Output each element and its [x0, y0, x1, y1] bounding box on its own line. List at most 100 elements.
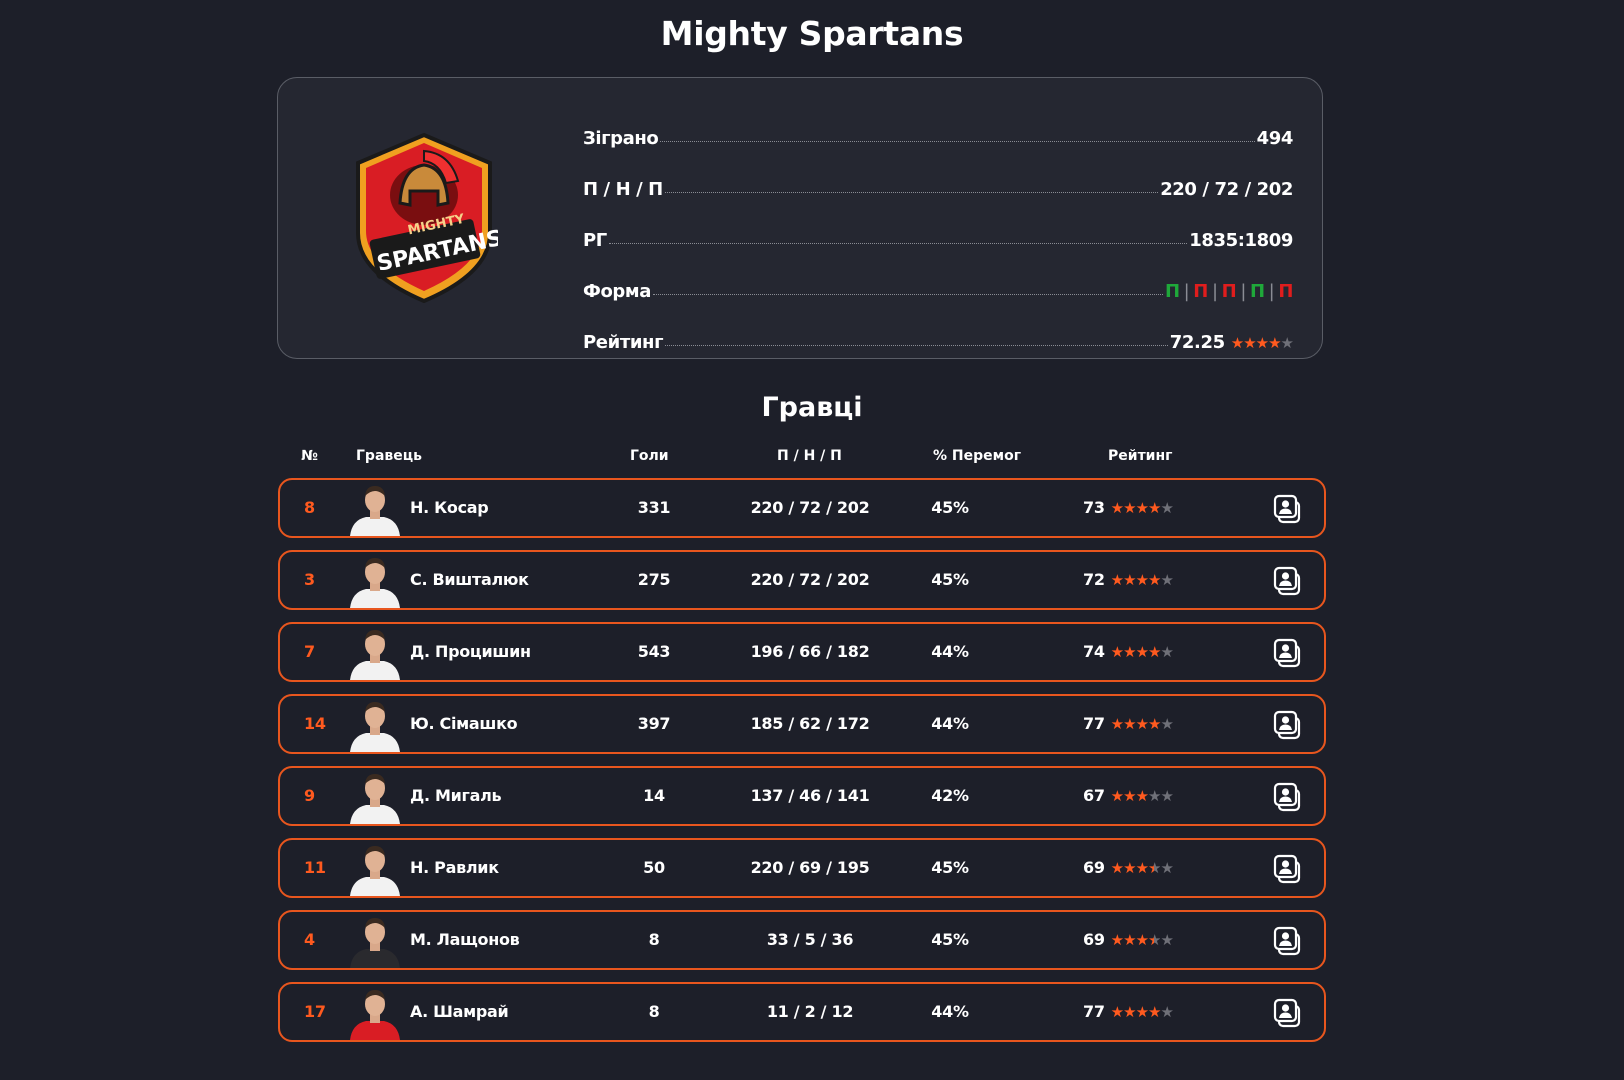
stat-form: Форма П | П | П | П | П: [583, 251, 1293, 302]
player-row[interactable]: 4 М. Лащонов 8 33 / 5 / 36 45% 69 ★ ★ ★ ★ ★: [278, 910, 1326, 970]
player-row[interactable]: 7 Д. Процишин 543 196 / 66 / 182 44% 74 ★ ★ ★ ★ ★: [278, 622, 1326, 682]
player-number: 4: [304, 930, 315, 949]
player-name[interactable]: Ю. Сімашко: [410, 696, 518, 752]
player-wdl: 137 / 46 / 141: [750, 786, 870, 805]
player-row[interactable]: 11 Н. Равлик 50 220 / 69 / 195 45% 69 ★ ★ ★ ★ ★: [278, 838, 1326, 898]
page-title: Mighty Spartans: [660, 14, 964, 53]
player-avatar: [346, 912, 404, 968]
star-icon: ★: [1160, 859, 1173, 877]
star-icon: ★: [1160, 571, 1173, 589]
player-name[interactable]: Н. Косар: [410, 480, 489, 536]
player-rating: 73 ★ ★ ★ ★ ★: [1083, 480, 1174, 536]
player-name[interactable]: М. Лащонов: [410, 912, 520, 968]
player-row[interactable]: 8 Н. Косар 331 220 / 72 / 202 45% 73 ★ ★ ★ ★ ★: [278, 478, 1326, 538]
player-name[interactable]: Д. Мигаль: [410, 768, 502, 824]
star-icon: ★: [1135, 859, 1149, 877]
contact-card-icon[interactable]: [1273, 494, 1303, 524]
stat-value: 1835:1809: [1189, 230, 1293, 251]
player-goals: 543: [637, 642, 671, 661]
player-row[interactable]: 9 Д. Мигаль 14 137 / 46 / 141 42% 67 ★ ★ ★ ★ ★: [278, 766, 1326, 826]
player-row[interactable]: 17 А. Шамрай 8 11 / 2 / 12 44% 77 ★ ★ ★ ★ ★: [278, 982, 1326, 1042]
contact-card-icon[interactable]: [1273, 638, 1303, 668]
rating-stars: ★ ★ ★ ★ ★: [1110, 912, 1174, 968]
player-number: 3: [304, 570, 315, 589]
contact-card-icon[interactable]: [1273, 710, 1303, 740]
star-icon: ★: [1110, 931, 1124, 949]
stat-goal-diff: РГ 1835:1809: [583, 200, 1293, 251]
contact-card-icon[interactable]: [1273, 998, 1303, 1028]
player-goals: 14: [643, 786, 665, 805]
rating-stars: ★ ★ ★ ★ ★: [1111, 480, 1174, 536]
star-icon: ★: [1148, 912, 1161, 968]
star-icon: ★: [1123, 715, 1136, 733]
star-icon: ★: [1123, 571, 1136, 589]
leader-dots: [608, 242, 1188, 244]
star-icon: ★: [1230, 333, 1244, 352]
leader-dots: [660, 140, 1255, 142]
player-win-pct: 44%: [931, 642, 969, 661]
stat-value: 494: [1256, 128, 1294, 149]
player-win-pct: 42%: [931, 786, 969, 805]
contact-card-icon[interactable]: [1273, 782, 1303, 812]
star-icon: ★: [1110, 859, 1124, 877]
rating-stars: ★ ★ ★ ★ ★: [1111, 552, 1174, 608]
contact-card-icon[interactable]: [1273, 566, 1303, 596]
form-separator: |: [1268, 281, 1275, 302]
star-icon: ★: [1160, 787, 1173, 805]
player-name[interactable]: А. Шамрай: [410, 984, 509, 1040]
player-win-pct: 45%: [931, 858, 969, 877]
player-name[interactable]: Н. Равлик: [410, 840, 499, 896]
star-icon: ★: [1148, 715, 1161, 733]
player-avatar: [346, 696, 404, 752]
player-win-pct: 44%: [931, 1002, 969, 1021]
stat-rating: Рейтинг 72.25 ★ ★ ★ ★ ★: [583, 302, 1294, 353]
star-icon: ★: [1148, 643, 1161, 661]
player-row[interactable]: 3 С. Вишталюк 275 220 / 72 / 202 45% 72 ★ ★ ★ ★ ★: [278, 550, 1326, 610]
player-avatar: [346, 984, 404, 1040]
star-icon: ★: [1255, 333, 1269, 352]
player-goals: 50: [643, 858, 665, 877]
star-icon: ★: [1110, 787, 1124, 805]
player-wdl: 33 / 5 / 36: [766, 930, 854, 949]
col-goals: Голи: [630, 448, 669, 464]
contact-card-icon[interactable]: [1273, 926, 1303, 956]
star-icon: ★: [1123, 643, 1136, 661]
rating-value: 72.25 ★ ★ ★ ★ ★: [1170, 332, 1294, 353]
stat-played: Зіграно 494: [583, 98, 1293, 149]
star-icon: ★: [1135, 571, 1149, 589]
col-rating: Рейтинг: [1108, 448, 1173, 464]
star-icon: ★: [1148, 840, 1161, 896]
star-icon: ★: [1123, 1003, 1136, 1021]
player-rating: 69 ★ ★ ★ ★ ★: [1083, 912, 1174, 968]
form-separator: |: [1211, 281, 1218, 302]
player-avatar: [346, 840, 404, 896]
rating-stars: ★ ★ ★ ★ ★: [1110, 768, 1174, 824]
player-number: 17: [304, 1002, 326, 1021]
player-name[interactable]: С. Вишталюк: [410, 552, 529, 608]
player-wdl: 185 / 62 / 172: [750, 714, 870, 733]
player-rating: 69 ★ ★ ★ ★ ★: [1083, 840, 1174, 896]
rating-stars: ★ ★ ★ ★ ★: [1111, 624, 1174, 680]
star-icon: ★: [1148, 787, 1161, 805]
player-row[interactable]: 14 Ю. Сімашко 397 185 / 62 / 172 44% 77 ★ ★ ★ ★ ★: [278, 694, 1326, 754]
rating-number: 69: [1083, 858, 1105, 877]
player-wdl: 11 / 2 / 12: [766, 1002, 854, 1021]
star-icon: ★: [1135, 499, 1149, 517]
star-icon: ★: [1243, 333, 1256, 352]
team-logo: MIGHTY SPARTANS: [350, 132, 505, 304]
star-icon: ★: [1123, 859, 1136, 877]
form-result: П: [1193, 281, 1208, 302]
player-win-pct: 44%: [931, 714, 969, 733]
contact-card-icon[interactable]: [1273, 854, 1303, 884]
star-icon: ★: [1268, 333, 1281, 352]
col-wdl: П / Н / П: [777, 448, 842, 464]
stat-label: РГ: [583, 230, 607, 251]
star-icon: ★: [1135, 715, 1149, 733]
player-name[interactable]: Д. Процишин: [410, 624, 531, 680]
player-win-pct: 45%: [931, 498, 969, 517]
player-goals: 331: [637, 498, 671, 517]
player-rating: 77 ★ ★ ★ ★ ★: [1083, 696, 1174, 752]
player-avatar: [346, 552, 404, 608]
star-icon: ★: [1148, 1003, 1161, 1021]
star-icon: ★: [1148, 499, 1161, 517]
